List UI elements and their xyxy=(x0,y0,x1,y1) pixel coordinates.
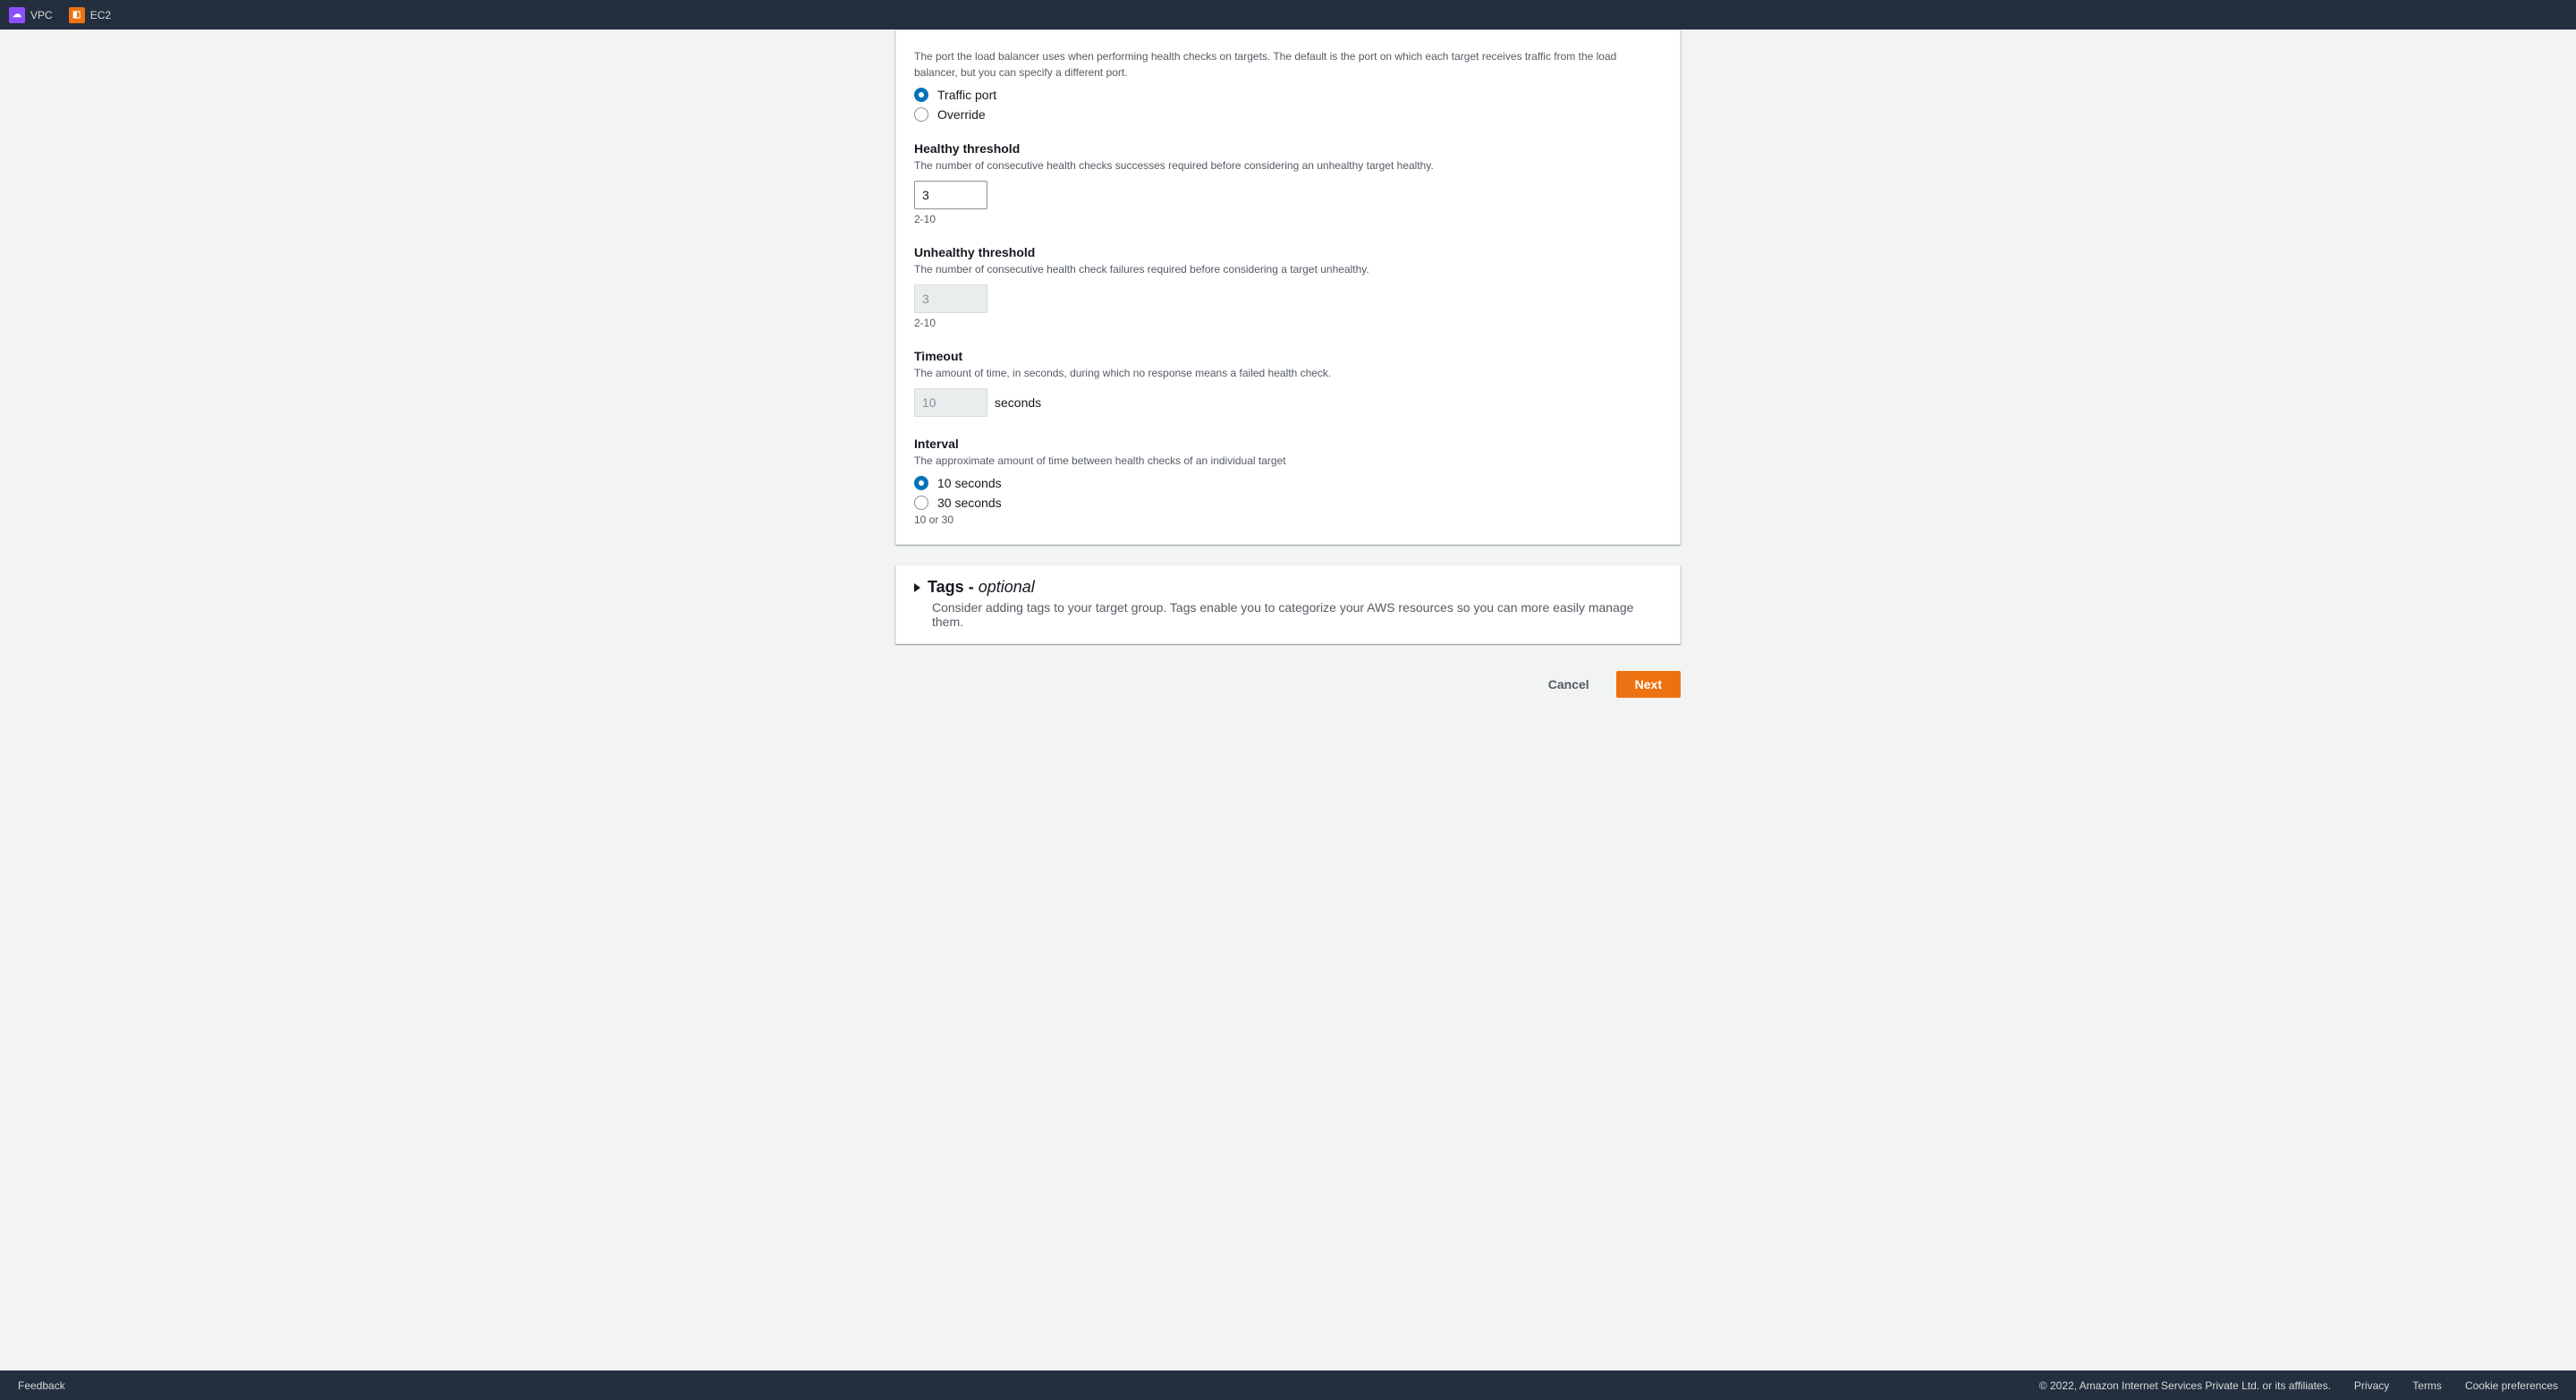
interval-hint: 10 or 30 xyxy=(914,513,1662,526)
radio-icon xyxy=(914,476,928,490)
healthy-threshold-field: Healthy threshold The number of consecut… xyxy=(914,141,1662,225)
cookie-link[interactable]: Cookie preferences xyxy=(2465,1379,2558,1392)
port-radio-override-label: Override xyxy=(937,107,986,122)
ec2-icon: ◧ xyxy=(69,7,85,23)
interval-field: Interval The approximate amount of time … xyxy=(914,437,1662,526)
port-field: The port the load balancer uses when per… xyxy=(914,48,1662,122)
port-radio-traffic-label: Traffic port xyxy=(937,88,996,102)
healthy-threshold-input[interactable] xyxy=(914,181,987,209)
cancel-button[interactable]: Cancel xyxy=(1530,671,1607,698)
timeout-input xyxy=(914,388,987,417)
footer-copyright: © 2022, Amazon Internet Services Private… xyxy=(2039,1379,2331,1392)
terms-link[interactable]: Terms xyxy=(2412,1379,2442,1392)
interval-label: Interval xyxy=(914,437,1662,451)
unhealthy-threshold-input xyxy=(914,284,987,313)
nav-label-vpc: VPC xyxy=(30,9,53,21)
port-desc: The port the load balancer uses when per… xyxy=(914,48,1662,81)
tags-header-toggle[interactable]: Tags - optional xyxy=(914,578,1662,597)
radio-icon xyxy=(914,88,928,102)
port-radio-override[interactable]: Override xyxy=(914,107,1662,122)
timeout-field: Timeout The amount of time, in seconds, … xyxy=(914,349,1662,417)
nav-label-ec2: EC2 xyxy=(90,9,111,21)
unhealthy-threshold-field: Unhealthy threshold The number of consec… xyxy=(914,245,1662,329)
nav-item-ec2[interactable]: ◧ EC2 xyxy=(69,7,111,23)
timeout-unit: seconds xyxy=(995,395,1041,410)
nav-item-vpc[interactable]: ☁ VPC xyxy=(9,7,53,23)
interval-radio-30-label: 30 seconds xyxy=(937,496,1002,510)
radio-icon xyxy=(914,496,928,510)
button-row: Cancel Next xyxy=(895,671,1681,698)
privacy-link[interactable]: Privacy xyxy=(2354,1379,2389,1392)
timeout-desc: The amount of time, in seconds, during w… xyxy=(914,365,1662,381)
unhealthy-threshold-label: Unhealthy threshold xyxy=(914,245,1662,259)
interval-desc: The approximate amount of time between h… xyxy=(914,453,1662,469)
tags-panel: Tags - optional Consider adding tags to … xyxy=(895,564,1681,644)
healthy-threshold-label: Healthy threshold xyxy=(914,141,1662,156)
radio-icon xyxy=(914,107,928,122)
top-nav: ☁ VPC ◧ EC2 xyxy=(0,0,2576,30)
health-check-panel: The port the load balancer uses when per… xyxy=(895,30,1681,545)
next-button[interactable]: Next xyxy=(1616,671,1681,698)
interval-radio-10-label: 10 seconds xyxy=(937,476,1002,490)
unhealthy-threshold-hint: 2-10 xyxy=(914,317,1662,329)
healthy-threshold-hint: 2-10 xyxy=(914,213,1662,225)
unhealthy-threshold-desc: The number of consecutive health check f… xyxy=(914,261,1662,277)
timeout-label: Timeout xyxy=(914,349,1662,363)
interval-radio-30[interactable]: 30 seconds xyxy=(914,496,1662,510)
main-content[interactable]: The port the load balancer uses when per… xyxy=(0,30,2576,1370)
interval-radio-10[interactable]: 10 seconds xyxy=(914,476,1662,490)
caret-right-icon xyxy=(914,583,920,592)
tags-desc: Consider adding tags to your target grou… xyxy=(932,600,1662,629)
healthy-threshold-desc: The number of consecutive health checks … xyxy=(914,157,1662,174)
footer: Feedback © 2022, Amazon Internet Service… xyxy=(0,1370,2576,1400)
vpc-icon: ☁ xyxy=(9,7,25,23)
feedback-link[interactable]: Feedback xyxy=(18,1379,65,1392)
port-radio-traffic[interactable]: Traffic port xyxy=(914,88,1662,102)
tags-title: Tags - optional xyxy=(928,578,1035,597)
